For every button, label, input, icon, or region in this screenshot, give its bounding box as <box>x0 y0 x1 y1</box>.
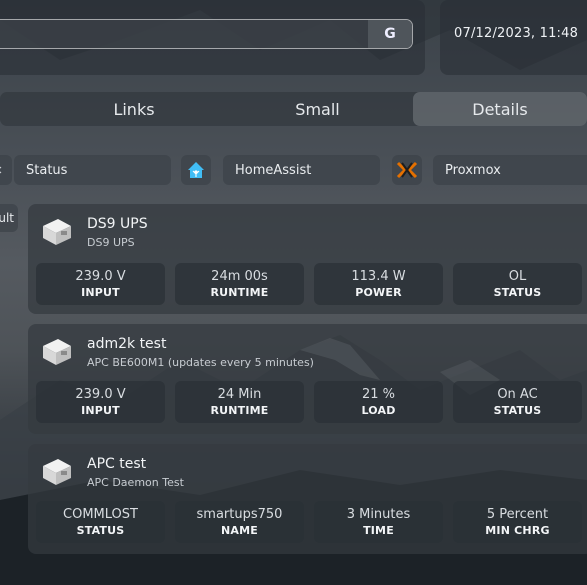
stat-status: On AC STATUS <box>453 381 582 423</box>
bookmark-status[interactable]: Status <box>14 155 171 185</box>
stat-min-charge: 5 Percent MIN CHRG <box>453 501 582 543</box>
stat-input: 239.0 V INPUT <box>36 381 165 423</box>
tab-small-label: Small <box>295 99 340 119</box>
ups-icon <box>43 459 71 485</box>
stat-value: On AC <box>497 387 538 402</box>
stat-status: OL STATUS <box>453 263 582 305</box>
stat-value: 3 Minutes <box>346 507 411 522</box>
bookmark-homeassist-label: HomeAssist <box>235 162 312 178</box>
stat-label: STATUS <box>76 524 125 537</box>
stat-value: 5 Percent <box>486 507 549 522</box>
bookmark-proxmox-label: Proxmox <box>445 162 501 178</box>
bookmark-status-label: Status <box>26 162 68 178</box>
stat-status: COMMLOST STATUS <box>36 501 165 543</box>
search-input[interactable] <box>0 19 413 49</box>
side-button-label: ult <box>0 211 14 225</box>
ups-icon <box>43 219 71 245</box>
card-subtitle: APC Daemon Test <box>87 476 184 489</box>
tab-links-label: Links <box>113 99 155 119</box>
search-button[interactable]: G <box>368 20 412 48</box>
status-icon[interactable] <box>0 155 12 185</box>
stat-value: smartups750 <box>196 507 283 522</box>
stat-value: OL <box>508 269 527 284</box>
ups-icon <box>43 339 71 365</box>
stat-value: COMMLOST <box>63 507 138 522</box>
stat-runtime: 24m 00s RUNTIME <box>175 263 304 305</box>
ups-card-ds9[interactable]: DS9 UPS DS9 UPS 239.0 V INPUT 24m 00s RU… <box>28 204 587 314</box>
stat-time: 3 Minutes TIME <box>314 501 443 543</box>
stat-label: INPUT <box>81 404 120 417</box>
stat-label: NAME <box>221 524 258 537</box>
stat-input: 239.0 V INPUT <box>36 263 165 305</box>
ups-card-apc[interactable]: APC test APC Daemon Test COMMLOST STATUS… <box>28 444 587 554</box>
stat-label: RUNTIME <box>210 404 269 417</box>
stat-label: INPUT <box>81 286 120 299</box>
stat-value: 239.0 V <box>75 387 126 402</box>
card-subtitle: APC BE600M1 (updates every 5 minutes) <box>87 356 314 369</box>
card-title: APC test <box>87 456 147 472</box>
card-title: adm2k test <box>87 336 167 352</box>
card-title: DS9 UPS <box>87 216 148 232</box>
card-subtitle: DS9 UPS <box>87 236 135 249</box>
stat-label: MIN CHRG <box>485 524 550 537</box>
side-button[interactable]: ult <box>0 204 18 232</box>
stat-load: 21 % LOAD <box>314 381 443 423</box>
stat-value: 113.4 W <box>351 269 406 284</box>
bookmark-proxmox[interactable]: Proxmox <box>433 155 587 185</box>
tab-bar: Links Small Details <box>0 92 587 126</box>
stat-value: 21 % <box>361 387 396 402</box>
stat-label: STATUS <box>493 286 542 299</box>
bookmark-homeassist[interactable]: HomeAssist <box>223 155 380 185</box>
stat-value: 24 Min <box>217 387 262 402</box>
stat-value: 24m 00s <box>211 269 268 284</box>
stat-label: STATUS <box>493 404 542 417</box>
datetime-label: 07/12/2023, 11:48 <box>454 26 579 41</box>
stat-value: 239.0 V <box>75 269 126 284</box>
home-assistant-icon[interactable] <box>181 155 211 185</box>
stat-name: smartups750 NAME <box>175 501 304 543</box>
ups-card-adm2k[interactable]: adm2k test APC BE600M1 (updates every 5 … <box>28 324 587 434</box>
stat-label: LOAD <box>361 404 396 417</box>
tab-details[interactable]: Details <box>413 92 587 126</box>
search-button-label: G <box>384 26 396 42</box>
stat-label: RUNTIME <box>210 286 269 299</box>
tab-details-label: Details <box>472 99 528 119</box>
stat-runtime: 24 Min RUNTIME <box>175 381 304 423</box>
stat-label: TIME <box>363 524 394 537</box>
proxmox-icon[interactable] <box>392 155 422 185</box>
stat-power: 113.4 W POWER <box>314 263 443 305</box>
stat-label: POWER <box>355 286 402 299</box>
